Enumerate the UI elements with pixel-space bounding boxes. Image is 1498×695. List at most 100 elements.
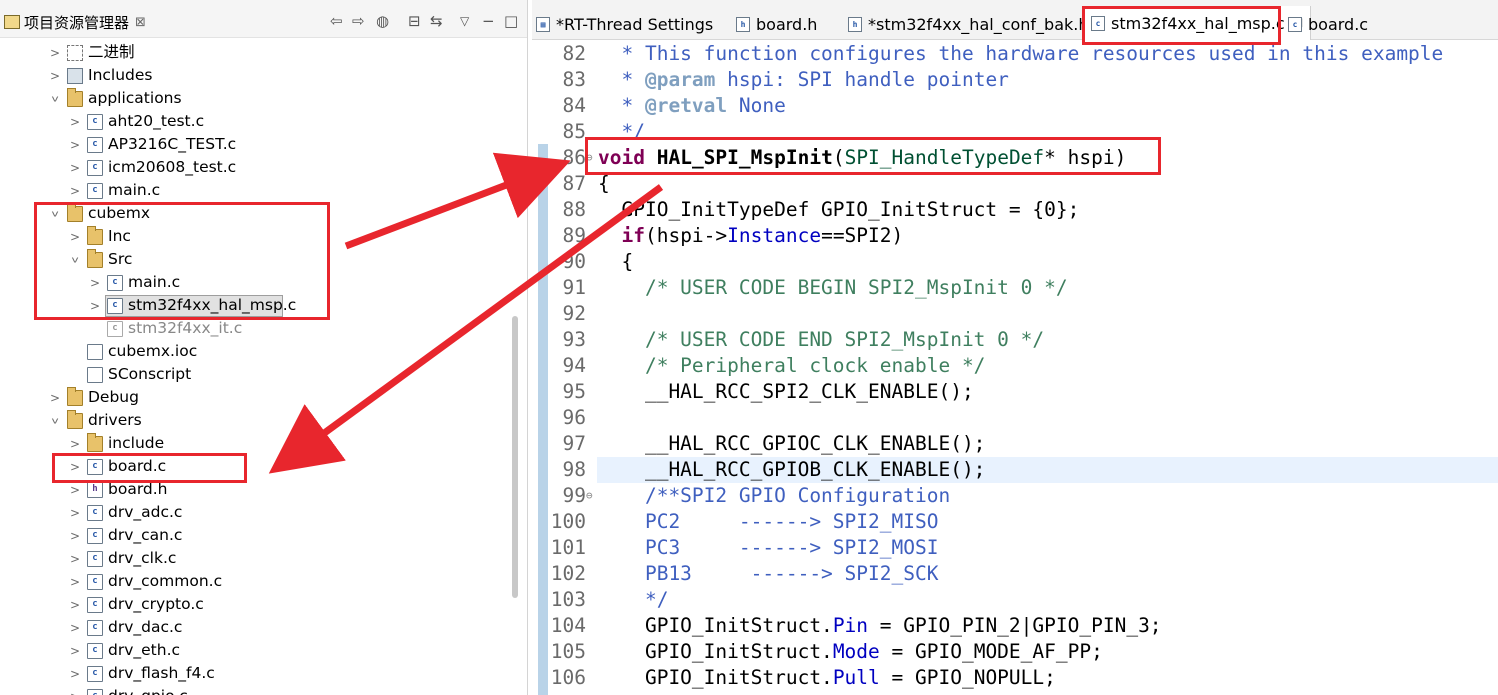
chevron-down-icon[interactable]: v [49,412,61,428]
code-text: /* USER CODE BEGIN SPI2_MspInit 0 */ [598,276,1068,299]
close-icon[interactable]: ⊠ [135,15,146,30]
chevron-right-icon[interactable]: > [69,179,81,202]
code-line: 84 * @retval None [532,93,1498,119]
chevron-right-icon[interactable]: > [49,386,61,409]
link-editor-icon[interactable]: ◍ [376,12,389,30]
code-line: 94 /* Peripheral clock enable */ [532,353,1498,379]
tree-item-label: drv_clk.c [108,549,177,567]
settings-file-icon: ▦ [536,16,550,32]
chevron-right-icon[interactable]: > [69,639,81,662]
line-number: 93 [562,328,586,351]
binaries-icon [67,45,83,61]
editor-tab[interactable]: h board.h [736,10,817,38]
chevron-right-icon[interactable]: > [69,685,81,695]
tree-item[interactable]: > c icm20608_test.c [0,156,510,179]
c-file-icon: c [1288,16,1302,32]
tree-item[interactable]: SConscript [0,363,510,386]
c-file-icon: c [87,666,103,682]
folder-icon [67,410,83,429]
explorer-view-tab[interactable]: 项目资源管理器 ⊠ [4,10,146,34]
tree-item[interactable]: > c aht20_test.c [0,110,510,133]
tree-item[interactable]: > c main.c [0,179,510,202]
code-text: * @param hspi: SPI handle pointer [598,68,1009,91]
c-file-icon: c [87,620,103,636]
code-line: 92 [532,301,1498,327]
excluded-c-file-icon: c [107,321,123,337]
collapse-all-icon[interactable]: ⊟ [408,12,421,30]
tree-item[interactable]: > c drv_eth.c [0,639,510,662]
chevron-right-icon[interactable]: > [49,41,61,64]
tree-item[interactable]: > c drv_flash_f4.c [0,662,510,685]
line-number: 104 [550,614,586,637]
tree-item[interactable]: > 二进制 [0,41,510,64]
code-text: * @retval None [598,94,786,117]
chevron-right-icon[interactable]: > [69,133,81,156]
editor-tab[interactable]: h *stm32f4xx_hal_conf_bak.h [848,10,1089,38]
chevron-right-icon[interactable]: > [69,110,81,133]
code-text: * This function configures the hardware … [598,42,1444,65]
tree-item[interactable]: > Includes [0,64,510,87]
chevron-right-icon[interactable] [69,363,81,386]
chevron-right-icon[interactable]: > [69,547,81,570]
chevron-right-icon[interactable] [69,340,81,363]
tree-item-label: drv_crypto.c [108,595,204,613]
chevron-right-icon[interactable]: > [69,156,81,179]
tree-scrollbar[interactable] [512,316,518,598]
c-file-icon: c [87,114,103,130]
link-with-editor-icon[interactable]: ⇆ [430,12,443,30]
tree-item-label: cubemx.ioc [108,342,198,360]
back-icon[interactable]: ⇦ [330,12,343,30]
code-line: 104 GPIO_InitStruct.Pin = GPIO_PIN_2|GPI… [532,613,1498,639]
code-line: 103 */ [532,587,1498,613]
tree-item[interactable]: > Debug [0,386,510,409]
code-text: GPIO_InitStruct.Pin = GPIO_PIN_2|GPIO_PI… [598,614,1162,637]
line-number: 82 [562,42,586,65]
forward-icon[interactable]: ⇨ [352,12,365,30]
tree-item[interactable]: > include [0,432,510,455]
chevron-right-icon[interactable]: > [69,593,81,616]
tree-item[interactable]: > c drv_clk.c [0,547,510,570]
chevron-right-icon[interactable]: > [69,501,81,524]
chevron-right-icon[interactable]: > [69,524,81,547]
tree-item[interactable]: v drivers [0,409,510,432]
tree-item[interactable]: cubemx.ioc [0,340,510,363]
code-text: PB13 ------> SPI2_SCK [598,562,939,585]
tree-item[interactable]: > c AP3216C_TEST.c [0,133,510,156]
tree-item-label: main.c [108,181,161,199]
folder-icon [87,433,103,452]
c-file-icon: c [87,160,103,176]
tree-item[interactable]: > c drv_gpio.c [0,685,510,695]
maximize-icon[interactable]: □ [504,12,518,30]
includes-icon [67,68,83,84]
c-file-icon: c [87,597,103,613]
chevron-right-icon[interactable]: > [69,616,81,639]
chevron-right-icon[interactable]: > [69,662,81,685]
chevron-right-icon[interactable] [89,317,101,340]
explorer-title: 项目资源管理器 [24,13,130,32]
code-editor: ▦ *RT-Thread Settings h board.h h *stm32f4xx_… [532,0,1498,695]
tree-item-label: drv_flash_f4.c [108,664,215,682]
tree-item[interactable]: c stm32f4xx_it.c [0,317,510,340]
editor-tab[interactable]: ▦ *RT-Thread Settings [536,10,713,38]
chevron-right-icon[interactable]: > [69,570,81,593]
chevron-down-icon[interactable]: v [49,90,61,106]
code-text: GPIO_InitTypeDef GPIO_InitStruct = {0}; [598,198,1080,221]
minimize-icon[interactable]: − [482,12,495,30]
tree-item[interactable]: > c drv_crypto.c [0,593,510,616]
line-number: 100 [550,510,586,533]
tree-item[interactable]: v applications [0,87,510,110]
line-number: 86 [562,146,586,169]
tree-item[interactable]: > c drv_dac.c [0,616,510,639]
tree-item[interactable]: > c drv_adc.c [0,501,510,524]
chevron-right-icon[interactable]: > [69,432,81,455]
code-line: 95 __HAL_RCC_SPI2_CLK_ENABLE(); [532,379,1498,405]
tree-item[interactable]: > c drv_can.c [0,524,510,547]
code-line: 82 * This function configures the hardwa… [532,41,1498,67]
chevron-right-icon[interactable]: > [49,64,61,87]
view-menu-icon[interactable]: ▽ [460,14,469,28]
h-file-icon: h [87,482,103,498]
fold-toggle-icon[interactable]: ⊖ [586,483,596,509]
tree-item[interactable]: > c drv_common.c [0,570,510,593]
editor-tab[interactable]: c board.c [1288,10,1368,38]
c-file-icon: c [87,137,103,153]
